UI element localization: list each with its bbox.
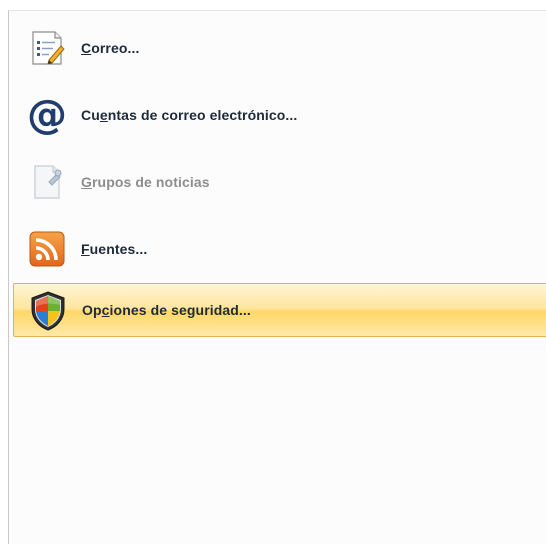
menu-item-cuentas-correo[interactable]: @ Cuentas de correo electrónico... xyxy=(13,88,546,142)
menu-item-label: Fuentes... xyxy=(81,241,148,257)
menu-item-label: Correo... xyxy=(81,40,140,56)
menu-item-fuentes[interactable]: Fuentes... xyxy=(13,222,546,276)
menu-item-opciones-seguridad[interactable]: Opciones de seguridad... xyxy=(13,283,546,337)
newsgroup-icon xyxy=(25,161,69,203)
menu-item-label: Grupos de noticias xyxy=(81,174,210,190)
security-shield-icon xyxy=(26,290,70,332)
at-sign-icon: @ xyxy=(25,93,69,137)
rss-feed-icon xyxy=(25,228,69,270)
mail-document-icon xyxy=(25,27,69,69)
svg-text:@: @ xyxy=(27,93,67,137)
menu-item-label: Cuentas de correo electrónico... xyxy=(81,107,298,123)
menu-item-grupos-noticias: Grupos de noticias xyxy=(13,155,546,209)
options-menu: Correo... @ Cuentas de correo electrónic… xyxy=(8,10,546,544)
menu-item-correo[interactable]: Correo... xyxy=(13,21,546,75)
menu-item-label: Opciones de seguridad... xyxy=(82,302,251,318)
